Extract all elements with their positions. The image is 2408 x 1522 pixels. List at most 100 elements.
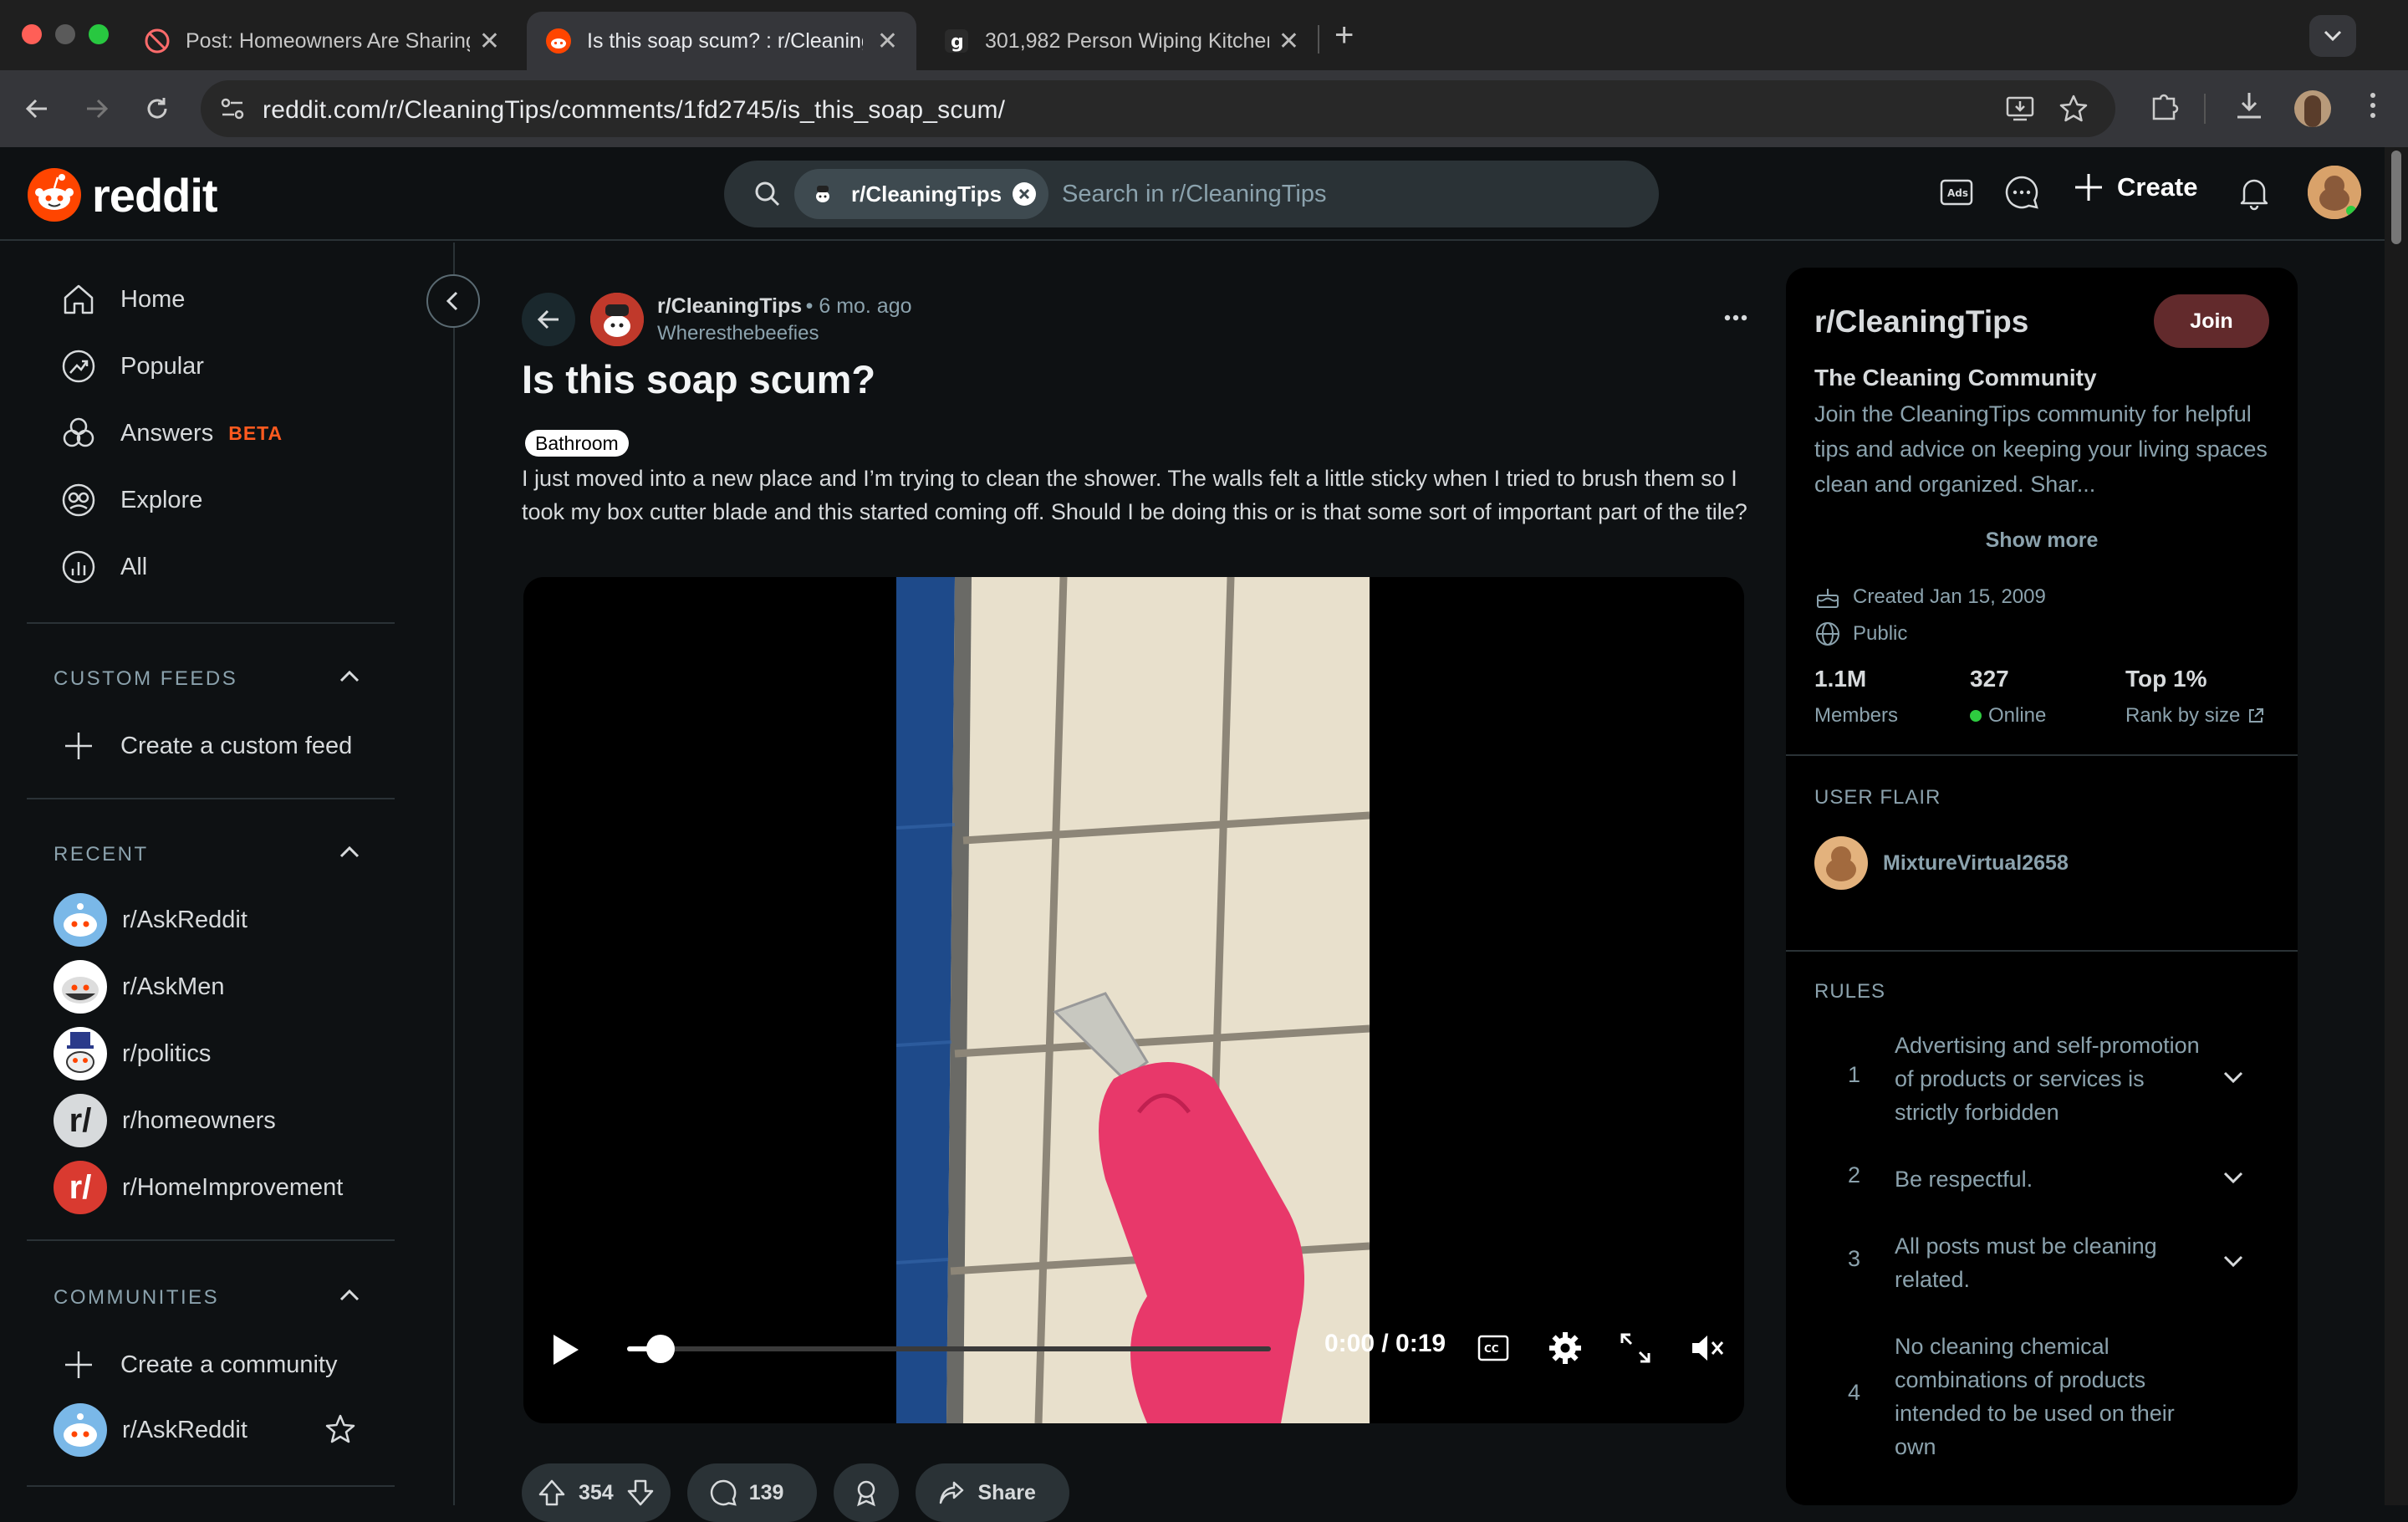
recent-item-politics[interactable]: r/politics <box>54 1027 211 1080</box>
vote-bar: 354 <box>522 1463 671 1522</box>
fullscreen-icon[interactable] <box>1619 1331 1652 1365</box>
user-avatar-icon <box>2308 166 2361 219</box>
create-custom-feed-button[interactable]: Create a custom feed <box>60 728 352 764</box>
post-author-link[interactable]: Wheresthebeefies <box>657 322 912 345</box>
sidebar-item-popular[interactable]: Popular <box>60 348 204 385</box>
downvote-icon[interactable] <box>625 1478 656 1508</box>
askreddit-avatar-icon <box>54 1403 107 1457</box>
video-scrubber-handle[interactable] <box>646 1335 676 1363</box>
rank-stat[interactable]: Top 1% Rank by size <box>2125 666 2265 728</box>
create-post-button[interactable]: Create <box>2072 171 2198 204</box>
settings-gear-icon[interactable] <box>1547 1330 1584 1366</box>
star-bookmark-icon[interactable] <box>2059 94 2089 124</box>
search-input[interactable]: Search in r/CleaningTips <box>1062 181 1326 208</box>
show-more-button[interactable]: Show more <box>1786 529 2298 553</box>
chevron-up-icon[interactable] <box>334 666 365 686</box>
user-flair[interactable]: MixtureVirtual2658 <box>1814 836 2069 890</box>
sidebar-divider <box>1786 950 2298 952</box>
forward-button[interactable] <box>77 89 117 129</box>
chevron-up-icon[interactable] <box>334 841 365 861</box>
upvote-icon[interactable] <box>537 1478 567 1508</box>
browser-tab-3[interactable]: g 301,982 Person Wiping Kitchen ✕ <box>925 12 1318 70</box>
homeowners-avatar-icon: r/ <box>54 1094 107 1147</box>
window-controls <box>22 24 109 44</box>
browser-tab-1[interactable]: Post: Homeowners Are Sharing ✕ <box>125 12 518 70</box>
minimize-window-button[interactable] <box>55 24 75 44</box>
url-text: reddit.com/r/CleaningTips/comments/1fd27… <box>263 96 1006 124</box>
download-icon[interactable] <box>2232 89 2266 122</box>
explore-icon <box>62 483 95 517</box>
close-tab-icon[interactable]: ✕ <box>1278 27 1299 56</box>
sidebar-item-explore[interactable]: Explore <box>60 482 202 518</box>
post-actions: 354 139 Share <box>522 1463 1069 1522</box>
close-tab-icon[interactable]: ✕ <box>479 27 500 56</box>
plus-icon <box>2075 174 2102 201</box>
chevron-up-icon[interactable] <box>334 1285 365 1305</box>
post-subreddit-link[interactable]: r/CleaningTips <box>657 294 802 318</box>
back-button[interactable] <box>522 293 575 346</box>
post-flair[interactable]: Bathroom <box>525 430 629 457</box>
close-window-button[interactable] <box>22 24 42 44</box>
clear-scope-icon[interactable] <box>1012 181 1037 207</box>
closed-captions-icon[interactable]: CC <box>1477 1333 1510 1363</box>
video-frame <box>896 577 1370 1423</box>
award-button[interactable] <box>834 1463 900 1522</box>
extensions-puzzle-icon[interactable] <box>2147 89 2181 122</box>
communities-heading[interactable]: COMMUNITIES <box>54 1286 219 1310</box>
join-button[interactable]: Join <box>2154 294 2269 348</box>
community-created: Created Jan 15, 2009 <box>1814 584 2046 610</box>
collapse-sidebar-button[interactable] <box>426 274 480 328</box>
back-button[interactable] <box>17 89 57 129</box>
homeimprovement-avatar-icon: r/ <box>54 1161 107 1214</box>
sidebar-item-all[interactable]: All <box>60 549 147 585</box>
search-scope-chip[interactable]: r/CleaningTips <box>794 169 1049 219</box>
muted-volume-icon[interactable] <box>1689 1331 1726 1365</box>
recent-item-askreddit[interactable]: r/AskReddit <box>54 893 247 947</box>
tab-search-button[interactable] <box>2309 15 2356 57</box>
video-progress-bar[interactable] <box>627 1335 1271 1363</box>
star-favorite-icon[interactable] <box>324 1413 356 1445</box>
custom-feeds-heading[interactable]: CUSTOM FEEDS <box>54 667 237 691</box>
scrollbar-thumb[interactable] <box>2391 151 2401 244</box>
recent-item-askmen[interactable]: r/AskMen <box>54 960 224 1014</box>
video-controls: 0:00 / 0:19 CC <box>523 1305 1744 1388</box>
award-icon <box>857 1480 876 1507</box>
bell-notifications-icon[interactable] <box>2236 174 2273 211</box>
recent-heading[interactable]: RECENT <box>54 843 149 866</box>
community-name[interactable]: r/CleaningTips <box>1814 304 2028 340</box>
subreddit-avatar[interactable] <box>590 293 644 346</box>
video-player[interactable]: 0:00 / 0:19 CC <box>523 577 1744 1423</box>
close-tab-icon[interactable]: ✕ <box>877 27 898 56</box>
install-app-icon[interactable] <box>2005 94 2035 124</box>
new-tab-button[interactable]: + <box>1334 17 1354 54</box>
post-title: Is this soap scum? <box>522 357 876 401</box>
play-icon[interactable] <box>548 1331 582 1368</box>
community-description: Join the CleaningTips community for help… <box>1814 401 2268 497</box>
chevron-down-icon <box>2223 1255 2243 1268</box>
reload-button[interactable] <box>137 89 177 129</box>
chat-icon[interactable] <box>2003 174 2040 211</box>
recent-item-homeowners[interactable]: r/ r/homeowners <box>54 1094 276 1147</box>
address-bar[interactable]: reddit.com/r/CleaningTips/comments/1fd27… <box>201 80 2115 137</box>
sidebar-item-answers[interactable]: Answers BETA <box>60 415 283 452</box>
page-scrollbar[interactable] <box>2385 147 2408 1505</box>
maximize-window-button[interactable] <box>89 24 109 44</box>
comments-button[interactable]: 139 <box>686 1463 818 1522</box>
more-vertical-icon[interactable] <box>2356 89 2390 122</box>
community-item-askreddit[interactable]: r/AskReddit <box>54 1403 247 1457</box>
reddit-logo[interactable]: reddit <box>27 167 218 222</box>
sidebar-item-home[interactable]: Home <box>60 281 185 318</box>
profile-avatar[interactable] <box>2294 90 2331 127</box>
search-bar[interactable]: r/CleaningTips Search in r/CleaningTips <box>724 161 1659 227</box>
site-settings-icon[interactable] <box>217 94 247 124</box>
user-avatar[interactable] <box>2308 166 2361 219</box>
recent-item-homeimprovement[interactable]: r/ r/HomeImprovement <box>54 1161 343 1214</box>
create-community-button[interactable]: Create a community <box>60 1346 338 1383</box>
more-options-icon[interactable] <box>1721 308 1751 328</box>
share-button[interactable]: Share <box>916 1463 1069 1522</box>
advertise-icon[interactable]: Ads <box>1938 174 1975 211</box>
community-sidebar: r/CleaningTips Join The Cleaning Communi… <box>1786 268 2298 1505</box>
browser-tab-2[interactable]: Is this soap scum? : r/CleaningTips ✕ <box>527 12 916 70</box>
svg-text:CC: CC <box>1484 1343 1499 1355</box>
flair-avatar-icon <box>1814 836 1868 890</box>
